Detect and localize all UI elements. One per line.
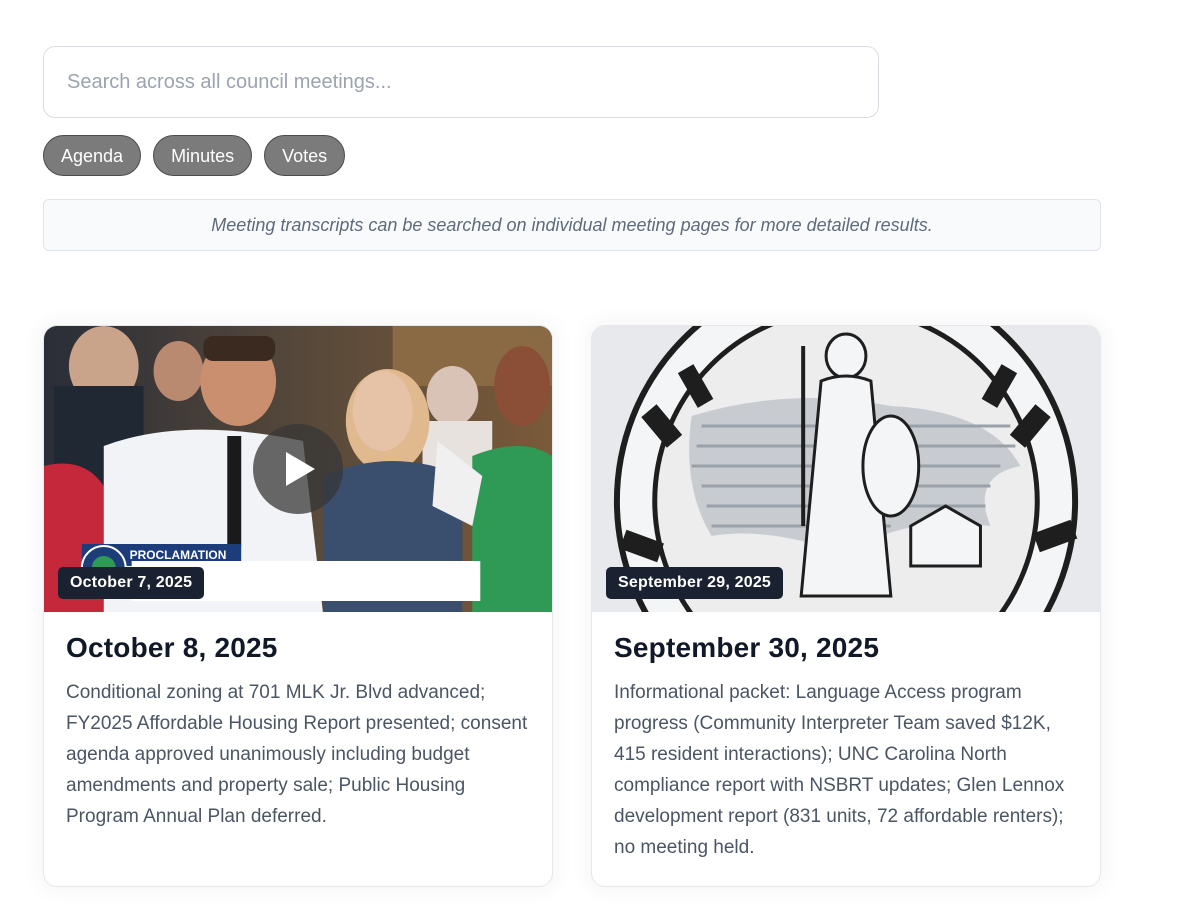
thumbnail-date-badge: October 7, 2025 <box>58 567 205 599</box>
filter-minutes-button[interactable]: Minutes <box>153 135 253 176</box>
card-body: October 8, 2025 Conditional zoning at 70… <box>44 612 552 832</box>
filter-votes-button[interactable]: Votes <box>264 135 346 176</box>
thumbnail-date-badge: September 29, 2025 <box>606 567 784 599</box>
transcript-search-notice: Meeting transcripts can be searched on i… <box>43 199 1101 251</box>
play-icon <box>286 452 315 486</box>
meeting-thumbnail[interactable]: PROCLAMATION October 7, 2025 <box>44 326 552 612</box>
filter-agenda-button[interactable]: Agenda <box>43 135 142 176</box>
thumbnail-overlay-text: PROCLAMATION <box>130 548 227 562</box>
meeting-card[interactable]: PROCLAMATION October 7, 2025 October 8, … <box>43 325 553 887</box>
meeting-title[interactable]: September 30, 2025 <box>614 632 1078 664</box>
filter-chips: Agenda Minutes Votes <box>43 135 346 176</box>
meeting-card[interactable]: September 29, 2025 September 30, 2025 In… <box>591 325 1101 887</box>
card-body: September 30, 2025 Informational packet:… <box>592 612 1100 863</box>
search-input[interactable] <box>43 46 879 118</box>
meeting-summary: Informational packet: Language Access pr… <box>614 682 1065 858</box>
meeting-summary: Conditional zoning at 701 MLK Jr. Blvd a… <box>66 682 528 827</box>
meeting-thumbnail[interactable]: September 29, 2025 <box>592 326 1100 612</box>
notice-text: Meeting transcripts can be searched on i… <box>211 214 933 235</box>
meeting-title[interactable]: October 8, 2025 <box>66 632 530 664</box>
play-video-button[interactable] <box>253 424 343 514</box>
